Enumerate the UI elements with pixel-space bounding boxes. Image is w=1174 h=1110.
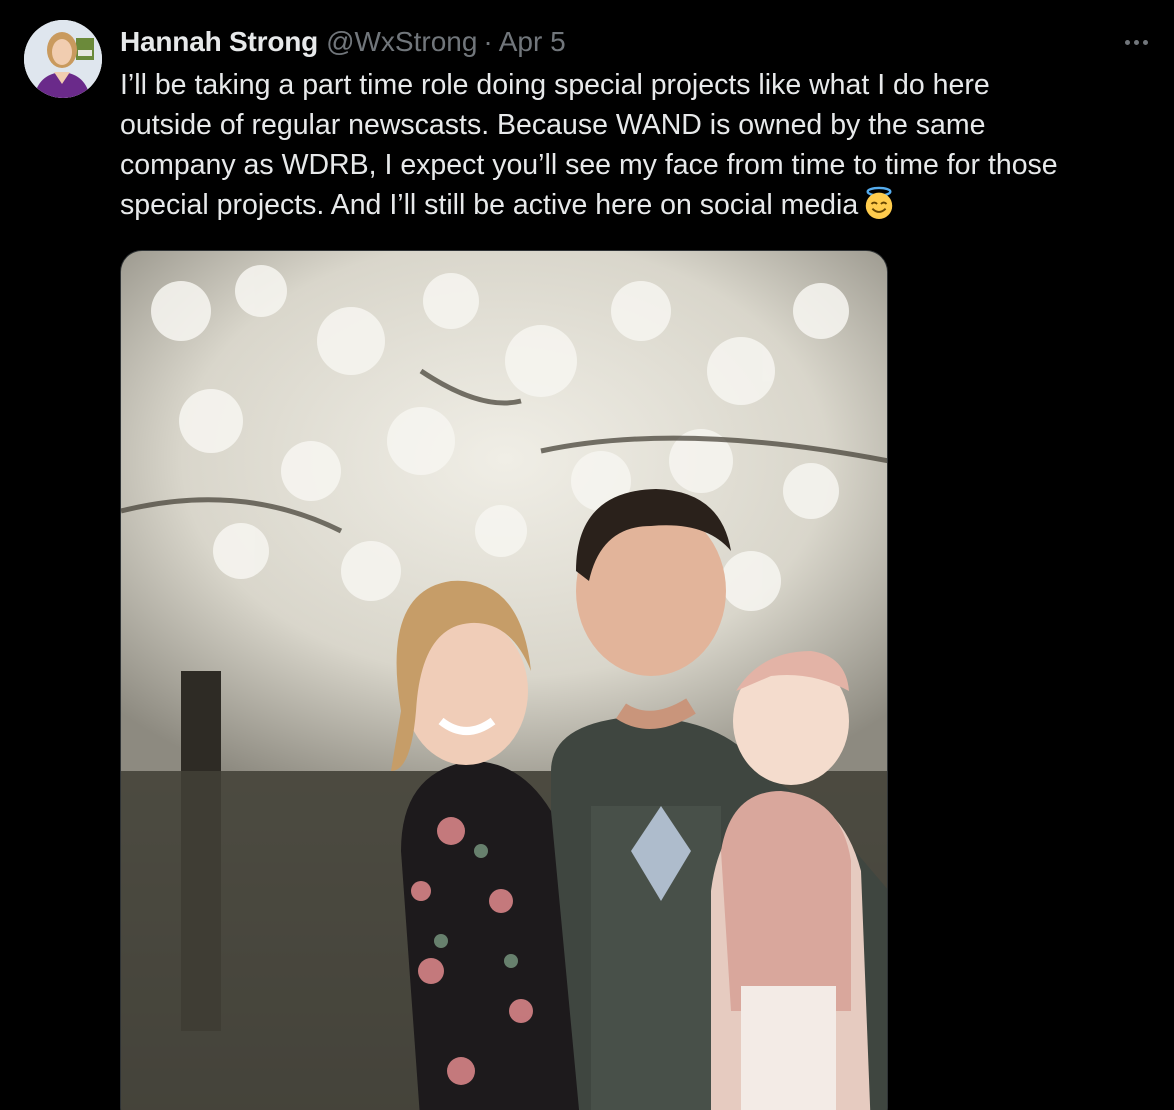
header-separator: ·: [483, 26, 493, 57]
author-handle[interactable]: @WxStrong: [326, 26, 477, 58]
tweet[interactable]: Hannah Strong @WxStrong · Apr 5 I’ll be …: [0, 0, 1174, 1110]
tweet-header: Hannah Strong @WxStrong · Apr 5: [120, 24, 566, 60]
tweet-text-line: company as WDRB, I expect you’ll see my …: [120, 149, 1058, 181]
tweet-text: I’ll be taking a part time role doing sp…: [120, 65, 1160, 225]
more-dot: [1133, 39, 1139, 45]
more-dot: [1142, 39, 1148, 45]
tweet-text-line: I’ll be taking a part time role doing sp…: [120, 69, 990, 101]
tweet-text-line: outside of regular newscasts. Because WA…: [120, 109, 986, 141]
tweet-date[interactable]: Apr 5: [499, 26, 566, 58]
tweet-text-line: special projects. And I’ll still be acti…: [120, 189, 859, 221]
avatar[interactable]: [24, 20, 102, 98]
tweet-photo[interactable]: [120, 250, 888, 1110]
more-dot: [1124, 39, 1130, 45]
family-photo-image: [121, 251, 887, 1110]
more-horizontal-icon[interactable]: [1116, 24, 1156, 60]
author-display-name[interactable]: Hannah Strong: [120, 26, 318, 58]
smiling-face-with-halo-icon: [865, 186, 893, 220]
avatar-image: [24, 20, 102, 98]
tweet-text-line-last: special projects. And I’ll still be acti…: [120, 185, 1160, 225]
